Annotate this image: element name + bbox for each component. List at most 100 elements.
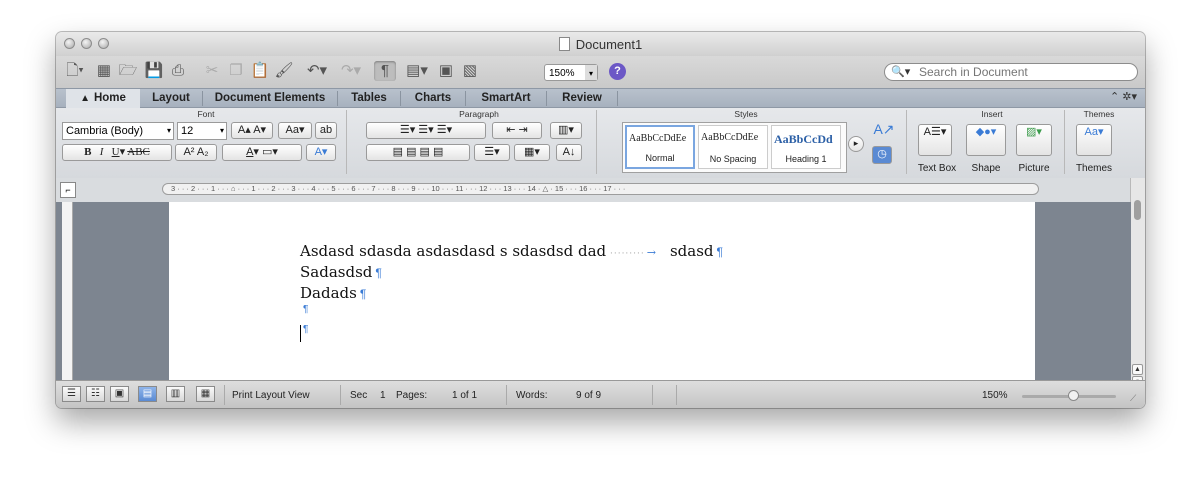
full-screen-view-icon[interactable]: ▦ [196, 386, 215, 402]
paste-icon[interactable]: 📋 [250, 61, 270, 81]
zoom-percentage: 150% [982, 390, 1008, 401]
pages-label: Pages: [396, 390, 428, 401]
tab-review[interactable]: Review [547, 89, 617, 108]
text-cursor [300, 325, 301, 342]
document-page[interactable]: Asdasd sdasda asdasdasd s sdasdsd dad ··… [169, 202, 1035, 380]
styles-gallery: AaBbCcDdEe Normal AaBbCcDdEe No Spacing Aa… [622, 122, 847, 173]
paragraph-4[interactable]: ¶ [300, 304, 308, 315]
horizontal-ruler[interactable]: 3 · · · 2 · · · 1 · · · ⌂ · · · 1 · · · … [162, 183, 1039, 195]
paragraph-group-label: Paragraph [459, 109, 499, 119]
paragraph-1[interactable]: Asdasd sdasda asdasdasd s sdasdsd dad ··… [300, 242, 723, 260]
tab-document-elements[interactable]: Document Elements [203, 89, 337, 108]
insert-group-label: Insert [981, 109, 1003, 119]
draft-view-icon[interactable]: ☰ [62, 386, 81, 402]
document-icon [558, 37, 570, 51]
format-painter-icon[interactable]: 🖌 [274, 61, 294, 81]
themes-icon[interactable]: Aa▾ [1076, 124, 1112, 156]
help-icon[interactable]: ? [609, 63, 626, 80]
print-layout-view-icon[interactable]: ▤ [138, 386, 157, 402]
sidebar-icon[interactable]: ▤▾ [402, 61, 432, 81]
paragraph-5[interactable]: ¶ [300, 324, 308, 335]
style-normal[interactable]: AaBbCcDdEe Normal [625, 125, 695, 169]
chevron-down-icon: ▾ [166, 126, 171, 135]
font-color-highlight-buttons[interactable]: A▾ ▭▾ [222, 144, 302, 161]
change-case-button[interactable]: Aa▾ [278, 122, 312, 139]
ruler-row: ⌐ 3 · · · 2 · · · 1 · · · ⌂ · · · 1 · · … [56, 178, 1145, 202]
vertical-ruler [62, 202, 73, 380]
font-style-buttons[interactable]: B I U▾ ABC [62, 144, 172, 161]
clear-formatting-icon[interactable]: ab [315, 122, 337, 139]
themes-group-label: Themes [1083, 109, 1115, 119]
status-bar: ☰ ☷ ▣ ▤ ▥ ▦ Print Layout View Sec 1 Page… [56, 380, 1145, 408]
toolbox-icon[interactable]: ▧ [460, 61, 480, 81]
publishing-view-icon[interactable]: ▣ [110, 386, 129, 402]
new-document-icon[interactable]: 🗋▾ [60, 61, 90, 81]
indent-buttons[interactable]: ⇤ ⇥ [492, 122, 542, 139]
outline-view-icon[interactable]: ☷ [86, 386, 105, 402]
view-name: Print Layout View [232, 390, 310, 401]
pages-value: 1 of 1 [452, 390, 478, 401]
resize-grip-icon[interactable]: ⟋ [1130, 393, 1136, 404]
text-box-label: Text Box [917, 163, 957, 174]
search-field[interactable]: 🔍▾ [884, 63, 1138, 81]
copy-icon[interactable]: ❐ [226, 61, 246, 81]
styles-pane-icon[interactable]: A↗ [872, 122, 896, 142]
ribbon-home: Font Cambria (Body) ▾ 12 ▾ A▴ A▾ Aa▾ ab B … [56, 108, 1145, 179]
ribbon-collapse-icon[interactable]: ⌃ ✲▾ [1110, 90, 1137, 103]
paragraph-2[interactable]: Sadasdsd ¶ [300, 263, 382, 281]
picture-icon[interactable]: ▨▾ [1016, 124, 1052, 156]
open-icon[interactable]: 🗁 [118, 61, 138, 81]
previous-page-icon[interactable]: ▲ [1132, 364, 1143, 375]
redo-icon[interactable]: ↷▾ [336, 61, 366, 81]
grow-shrink-font-button[interactable]: A▴ A▾ [231, 122, 273, 139]
search-input[interactable] [919, 65, 1119, 79]
tab-selector[interactable]: ⌐ [60, 182, 76, 198]
print-icon[interactable]: ⎙ [168, 61, 188, 81]
manage-styles-icon[interactable]: ◷ [872, 146, 892, 164]
gallery-icon[interactable]: ▣ [436, 61, 456, 81]
borders-button[interactable]: ▦▾ [514, 144, 550, 161]
words-label: Words: [516, 390, 548, 401]
templates-icon[interactable]: ▦ [94, 61, 114, 81]
style-heading-1[interactable]: AaBbCcDd Heading 1 [771, 125, 841, 169]
tab-layout[interactable]: Layout [140, 89, 202, 108]
styles-more-button[interactable]: ▸ [848, 136, 864, 152]
undo-icon[interactable]: ↶▾ [302, 61, 332, 81]
columns-button[interactable]: ▥▾ [550, 122, 582, 139]
tab-tables[interactable]: Tables [338, 89, 400, 108]
tab-smartart[interactable]: SmartArt [466, 89, 546, 108]
font-size-select[interactable]: 12 ▾ [177, 122, 227, 140]
alignment-buttons[interactable]: ▤ ▤ ▤ ▤ [366, 144, 470, 161]
tab-arrow-icon: → [646, 246, 656, 259]
notebook-view-icon[interactable]: ▥ [166, 386, 185, 402]
sort-button[interactable]: A↓ [556, 144, 582, 161]
chevron-down-icon: ▾ [585, 65, 597, 80]
zoom-select[interactable]: 150% ▾ [544, 64, 598, 81]
list-buttons[interactable]: ☰▾ ☰▾ ☰▾ [366, 122, 486, 139]
show-formatting-marks-icon[interactable]: ¶ [374, 61, 396, 81]
section-value: 1 [380, 390, 386, 401]
words-value: 9 of 9 [576, 390, 602, 401]
zoom-slider-knob[interactable] [1068, 390, 1079, 401]
themes-label: Themes [1075, 163, 1113, 174]
tab-charts[interactable]: Charts [401, 89, 465, 108]
tab-home[interactable]: ▲ Home [66, 89, 140, 108]
shape-icon[interactable]: ◆●▾ [966, 124, 1006, 156]
section-label: Sec [350, 390, 368, 401]
picture-label: Picture [1018, 163, 1050, 174]
text-effects-button[interactable]: A▾ [306, 144, 336, 161]
style-no-spacing[interactable]: AaBbCcDdEe No Spacing [698, 125, 768, 169]
paragraph-3[interactable]: Dadads ¶ [300, 284, 366, 302]
line-spacing-button[interactable]: ☰▾ [474, 144, 510, 161]
save-icon[interactable]: 💾 [144, 61, 164, 81]
home-icon: ▲ [80, 93, 90, 104]
scroll-thumb[interactable] [1134, 200, 1141, 220]
word-window: Document1 🗋▾ ▦ 🗁 💾 ⎙ ✂ ❐ 📋 🖌 ↶▾ ↷▾ ¶ ▤▾ … [56, 32, 1145, 408]
text-box-icon[interactable]: A☰▾ [918, 124, 952, 156]
superscript-subscript-buttons[interactable]: A² A₂ [175, 144, 217, 161]
font-name-select[interactable]: Cambria (Body) ▾ [62, 122, 174, 140]
cut-icon[interactable]: ✂ [202, 61, 222, 81]
ribbon-tabs: ▲ Home Layout Document Elements Tables Ch… [56, 88, 1145, 108]
font-group-label: Font [197, 109, 215, 119]
vertical-scrollbar[interactable]: ▲ ○ ▼ [1130, 178, 1145, 408]
